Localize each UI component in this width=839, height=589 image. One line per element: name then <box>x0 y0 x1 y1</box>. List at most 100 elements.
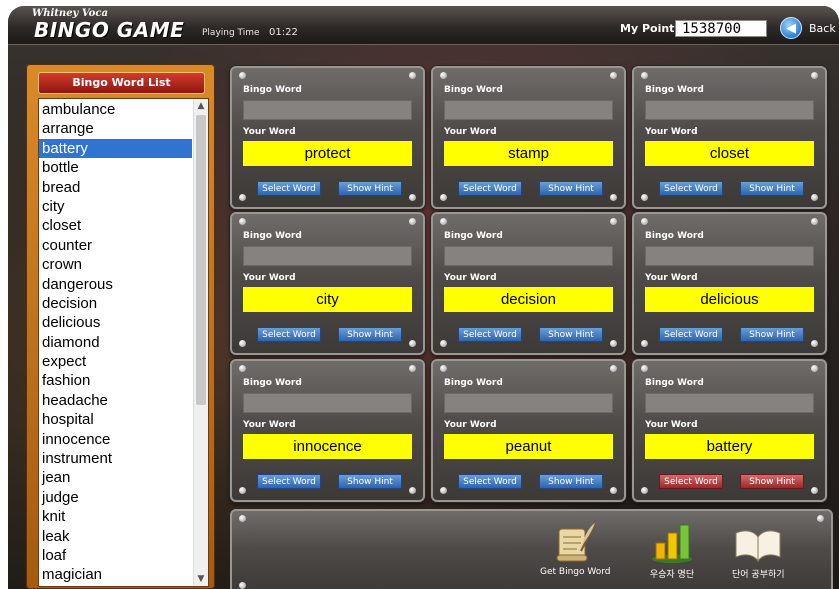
bolt-icon <box>811 487 818 494</box>
show-hint-button[interactable]: Show Hint <box>539 181 603 196</box>
game-title: BINGO GAME <box>34 18 185 42</box>
bolt-icon <box>641 340 648 347</box>
back-button[interactable]: ◀ Back <box>780 17 836 39</box>
bolt-icon <box>610 218 617 225</box>
bolt-icon <box>811 72 818 79</box>
bolt-icon <box>440 218 447 225</box>
your-word-label: Your Word <box>645 420 698 430</box>
word-list-item[interactable]: expect <box>39 352 192 371</box>
word-list-item[interactable]: headache <box>39 391 192 410</box>
word-list-item[interactable]: city <box>39 197 192 216</box>
select-word-button[interactable]: Select Word <box>659 327 723 342</box>
word-list-item[interactable]: counter <box>39 236 192 255</box>
word-list-item[interactable]: arrange <box>39 119 192 138</box>
your-word-field: delicious <box>645 287 814 312</box>
bingo-card: Bingo Word Your Word closet Select Word Show… <box>632 66 827 209</box>
your-word-label: Your Word <box>243 273 296 283</box>
show-hint-button[interactable]: Show Hint <box>740 327 804 342</box>
word-list-item[interactable]: crown <box>39 255 192 274</box>
bingo-word-label: Bingo Word <box>444 231 503 241</box>
bolt-icon <box>409 487 416 494</box>
word-list-item[interactable]: magician <box>39 565 192 584</box>
show-hint-button[interactable]: Show Hint <box>338 181 402 196</box>
bolt-icon <box>440 194 447 201</box>
get-bingo-word-label: Get Bingo Word <box>540 567 611 577</box>
playing-time-value: 01:22 <box>269 27 298 38</box>
word-list-title: Bingo Word List <box>38 72 205 94</box>
your-word-label: Your Word <box>444 273 497 283</box>
word-list-item[interactable]: battery <box>39 138 192 159</box>
bolt-icon <box>610 72 617 79</box>
select-word-button[interactable]: Select Word <box>458 474 522 489</box>
bolt-icon <box>811 365 818 372</box>
scroll-up-icon[interactable]: ▲ <box>194 99 208 113</box>
bingo-word-field <box>243 393 412 413</box>
word-list-item[interactable]: fashion <box>39 371 192 390</box>
word-list-item[interactable]: innocence <box>39 430 192 449</box>
bolt-icon <box>239 218 246 225</box>
show-hint-button[interactable]: Show Hint <box>338 474 402 489</box>
word-list-item[interactable]: loaf <box>39 546 192 565</box>
study-words-button[interactable]: 단어 공부하기 <box>732 521 785 580</box>
bolt-icon <box>610 365 617 372</box>
bingo-word-field <box>645 100 814 120</box>
select-word-button[interactable]: Select Word <box>659 181 723 196</box>
bingo-card: Bingo Word Your Word innocence Select Word S… <box>230 359 425 502</box>
bingo-word-label: Bingo Word <box>243 85 302 95</box>
bingo-word-label: Bingo Word <box>645 231 704 241</box>
show-hint-button[interactable]: Show Hint <box>539 474 603 489</box>
bolt-icon <box>440 340 447 347</box>
your-word-label: Your Word <box>645 127 698 137</box>
show-hint-button[interactable]: Show Hint <box>539 327 603 342</box>
bingo-word-label: Bingo Word <box>645 378 704 388</box>
word-list-scrollbar[interactable]: ▲ ▼ <box>193 99 208 586</box>
bolt-icon <box>641 72 648 79</box>
select-word-button[interactable]: Select Word <box>458 327 522 342</box>
word-list-item[interactable]: dangerous <box>39 275 192 294</box>
select-word-button[interactable]: Select Word <box>257 474 321 489</box>
scroll-down-icon[interactable]: ▼ <box>194 572 208 586</box>
scroll-thumb[interactable] <box>196 115 206 405</box>
word-list-item[interactable]: leak <box>39 527 192 546</box>
winners-list-label: 우승자 명단 <box>649 570 695 580</box>
get-bingo-word-button[interactable]: Get Bingo Word <box>540 521 611 577</box>
bingo-word-field <box>444 100 613 120</box>
bingo-card: Bingo Word Your Word battery Select Word Sho… <box>632 359 827 502</box>
show-hint-button[interactable]: Show Hint <box>740 181 804 196</box>
word-list-item[interactable]: knit <box>39 507 192 526</box>
word-list-item[interactable]: delicious <box>39 313 192 332</box>
show-hint-button[interactable]: Show Hint <box>338 327 402 342</box>
word-list-items: ambulance arrange battery bottle bread city cl… <box>39 100 192 585</box>
bingo-word-field <box>444 393 613 413</box>
word-list-item[interactable]: instrument <box>39 449 192 468</box>
word-list-item[interactable]: decision <box>39 294 192 313</box>
show-hint-button[interactable]: Show Hint <box>740 474 804 489</box>
bottom-action-panel: Get Bingo Word 우승자 명단 단어 공부하기 <box>230 509 833 589</box>
bolt-icon <box>239 72 246 79</box>
word-list-item[interactable]: diamond <box>39 333 192 352</box>
bingo-word-field <box>243 246 412 266</box>
word-list-item[interactable]: bottle <box>39 158 192 177</box>
word-list-item[interactable]: bread <box>39 178 192 197</box>
word-list-item[interactable]: ambulance <box>39 100 192 119</box>
bolt-icon <box>239 515 246 522</box>
bolt-icon <box>409 72 416 79</box>
bingo-card: Bingo Word Your Word protect Select Word Sho… <box>230 66 425 209</box>
select-word-button[interactable]: Select Word <box>458 181 522 196</box>
select-word-button[interactable]: Select Word <box>659 474 723 489</box>
word-list-item[interactable]: jean <box>39 468 192 487</box>
word-list-box[interactable]: ambulance arrange battery bottle bread city cl… <box>38 98 209 587</box>
bolt-icon <box>440 365 447 372</box>
your-word-field: peanut <box>444 434 613 459</box>
word-list-item[interactable]: hospital <box>39 410 192 429</box>
word-list-item[interactable]: closet <box>39 216 192 235</box>
bolt-icon <box>239 194 246 201</box>
your-word-label: Your Word <box>645 273 698 283</box>
winners-list-button[interactable]: 우승자 명단 <box>648 521 696 580</box>
bingo-card: Bingo Word Your Word decision Select Word Sh… <box>431 212 626 355</box>
your-word-field: decision <box>444 287 613 312</box>
bingo-word-label: Bingo Word <box>243 378 302 388</box>
select-word-button[interactable]: Select Word <box>257 181 321 196</box>
select-word-button[interactable]: Select Word <box>257 327 321 342</box>
word-list-item[interactable]: judge <box>39 488 192 507</box>
